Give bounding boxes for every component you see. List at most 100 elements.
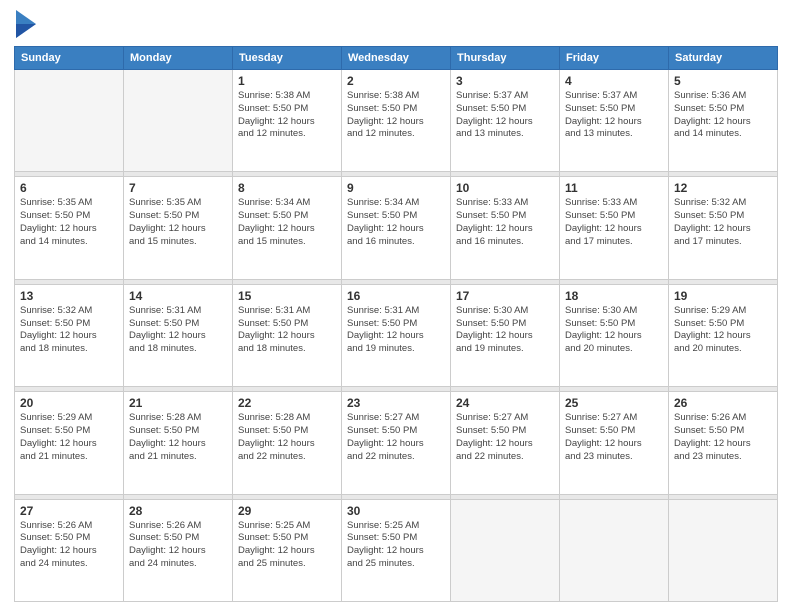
day-info: Sunrise: 5:26 AM Sunset: 5:50 PM Dayligh… xyxy=(20,520,118,571)
calendar-cell: 14 Sunrise: 5:31 AM Sunset: 5:50 PM Dayli… xyxy=(124,284,233,386)
weekday-header: Saturday xyxy=(669,47,778,70)
day-number: 28 xyxy=(129,504,227,518)
calendar-cell: 18 Sunrise: 5:30 AM Sunset: 5:50 PM Dayli… xyxy=(560,284,669,386)
day-number: 18 xyxy=(565,289,663,303)
day-number: 3 xyxy=(456,74,554,88)
day-number: 10 xyxy=(456,181,554,195)
calendar-cell xyxy=(15,70,124,172)
day-number: 7 xyxy=(129,181,227,195)
calendar-cell: 28 Sunrise: 5:26 AM Sunset: 5:50 PM Dayli… xyxy=(124,499,233,601)
day-info: Sunrise: 5:27 AM Sunset: 5:50 PM Dayligh… xyxy=(565,412,663,463)
calendar-week-row: 1 Sunrise: 5:38 AM Sunset: 5:50 PM Daylig… xyxy=(15,70,778,172)
calendar-cell: 17 Sunrise: 5:30 AM Sunset: 5:50 PM Dayli… xyxy=(451,284,560,386)
day-info: Sunrise: 5:37 AM Sunset: 5:50 PM Dayligh… xyxy=(456,90,554,141)
day-info: Sunrise: 5:36 AM Sunset: 5:50 PM Dayligh… xyxy=(674,90,772,141)
day-info: Sunrise: 5:35 AM Sunset: 5:50 PM Dayligh… xyxy=(20,197,118,248)
day-info: Sunrise: 5:29 AM Sunset: 5:50 PM Dayligh… xyxy=(674,305,772,356)
calendar-week-row: 6 Sunrise: 5:35 AM Sunset: 5:50 PM Daylig… xyxy=(15,177,778,279)
calendar-cell: 3 Sunrise: 5:37 AM Sunset: 5:50 PM Daylig… xyxy=(451,70,560,172)
calendar-cell: 8 Sunrise: 5:34 AM Sunset: 5:50 PM Daylig… xyxy=(233,177,342,279)
calendar-week-row: 13 Sunrise: 5:32 AM Sunset: 5:50 PM Dayli… xyxy=(15,284,778,386)
calendar-cell: 1 Sunrise: 5:38 AM Sunset: 5:50 PM Daylig… xyxy=(233,70,342,172)
day-number: 21 xyxy=(129,396,227,410)
day-info: Sunrise: 5:33 AM Sunset: 5:50 PM Dayligh… xyxy=(565,197,663,248)
day-number: 8 xyxy=(238,181,336,195)
day-info: Sunrise: 5:33 AM Sunset: 5:50 PM Dayligh… xyxy=(456,197,554,248)
day-info: Sunrise: 5:38 AM Sunset: 5:50 PM Dayligh… xyxy=(347,90,445,141)
calendar-cell: 11 Sunrise: 5:33 AM Sunset: 5:50 PM Dayli… xyxy=(560,177,669,279)
day-info: Sunrise: 5:31 AM Sunset: 5:50 PM Dayligh… xyxy=(129,305,227,356)
day-info: Sunrise: 5:34 AM Sunset: 5:50 PM Dayligh… xyxy=(238,197,336,248)
day-info: Sunrise: 5:26 AM Sunset: 5:50 PM Dayligh… xyxy=(674,412,772,463)
day-info: Sunrise: 5:27 AM Sunset: 5:50 PM Dayligh… xyxy=(456,412,554,463)
calendar-cell: 24 Sunrise: 5:27 AM Sunset: 5:50 PM Dayli… xyxy=(451,392,560,494)
day-number: 29 xyxy=(238,504,336,518)
day-info: Sunrise: 5:31 AM Sunset: 5:50 PM Dayligh… xyxy=(347,305,445,356)
weekday-header: Friday xyxy=(560,47,669,70)
calendar-cell: 7 Sunrise: 5:35 AM Sunset: 5:50 PM Daylig… xyxy=(124,177,233,279)
day-info: Sunrise: 5:31 AM Sunset: 5:50 PM Dayligh… xyxy=(238,305,336,356)
day-number: 16 xyxy=(347,289,445,303)
day-info: Sunrise: 5:34 AM Sunset: 5:50 PM Dayligh… xyxy=(347,197,445,248)
day-number: 5 xyxy=(674,74,772,88)
day-info: Sunrise: 5:30 AM Sunset: 5:50 PM Dayligh… xyxy=(456,305,554,356)
day-number: 25 xyxy=(565,396,663,410)
calendar-cell: 13 Sunrise: 5:32 AM Sunset: 5:50 PM Dayli… xyxy=(15,284,124,386)
day-info: Sunrise: 5:26 AM Sunset: 5:50 PM Dayligh… xyxy=(129,520,227,571)
day-number: 11 xyxy=(565,181,663,195)
calendar-cell: 5 Sunrise: 5:36 AM Sunset: 5:50 PM Daylig… xyxy=(669,70,778,172)
calendar-cell: 22Sunrise: 5:28 AM Sunset: 5:50 PM Dayli… xyxy=(233,392,342,494)
day-number: 24 xyxy=(456,396,554,410)
calendar-cell: 25 Sunrise: 5:27 AM Sunset: 5:50 PM Dayli… xyxy=(560,392,669,494)
calendar-cell xyxy=(560,499,669,601)
weekday-header: Wednesday xyxy=(342,47,451,70)
calendar-cell: 29 Sunrise: 5:25 AM Sunset: 5:50 PM Dayli… xyxy=(233,499,342,601)
day-number: 4 xyxy=(565,74,663,88)
calendar-cell: 15 Sunrise: 5:31 AM Sunset: 5:50 PM Dayli… xyxy=(233,284,342,386)
day-info: Sunrise: 5:38 AM Sunset: 5:50 PM Dayligh… xyxy=(238,90,336,141)
weekday-header: Monday xyxy=(124,47,233,70)
day-number: 1 xyxy=(238,74,336,88)
day-info: Sunrise: 5:32 AM Sunset: 5:50 PM Dayligh… xyxy=(674,197,772,248)
day-number: 30 xyxy=(347,504,445,518)
page: SundayMondayTuesdayWednesdayThursdayFrid… xyxy=(0,0,792,612)
calendar-cell: 30 Sunrise: 5:25 AM Sunset: 5:50 PM Dayli… xyxy=(342,499,451,601)
day-info: Sunrise: 5:28 AM Sunset: 5:50 PM Dayligh… xyxy=(238,412,336,463)
weekday-header: Sunday xyxy=(15,47,124,70)
calendar-cell: 26 Sunrise: 5:26 AM Sunset: 5:50 PM Dayli… xyxy=(669,392,778,494)
day-info: Sunrise: 5:30 AM Sunset: 5:50 PM Dayligh… xyxy=(565,305,663,356)
weekday-header: Tuesday xyxy=(233,47,342,70)
day-number: 14 xyxy=(129,289,227,303)
calendar-week-row: 27 Sunrise: 5:26 AM Sunset: 5:50 PM Dayli… xyxy=(15,499,778,601)
day-number: 15 xyxy=(238,289,336,303)
day-info: Sunrise: 5:28 AM Sunset: 5:50 PM Dayligh… xyxy=(129,412,227,463)
calendar-cell: 16 Sunrise: 5:31 AM Sunset: 5:50 PM Dayli… xyxy=(342,284,451,386)
logo xyxy=(14,14,36,38)
day-info: Sunrise: 5:25 AM Sunset: 5:50 PM Dayligh… xyxy=(347,520,445,571)
day-number: 27 xyxy=(20,504,118,518)
calendar-cell: 6 Sunrise: 5:35 AM Sunset: 5:50 PM Daylig… xyxy=(15,177,124,279)
calendar-cell: 4Sunrise: 5:37 AM Sunset: 5:50 PM Daylig… xyxy=(560,70,669,172)
calendar-week-row: 20 Sunrise: 5:29 AM Sunset: 5:50 PM Dayli… xyxy=(15,392,778,494)
calendar-cell: 23Sunrise: 5:27 AM Sunset: 5:50 PM Dayli… xyxy=(342,392,451,494)
header xyxy=(14,10,778,38)
day-number: 17 xyxy=(456,289,554,303)
day-info: Sunrise: 5:35 AM Sunset: 5:50 PM Dayligh… xyxy=(129,197,227,248)
day-number: 19 xyxy=(674,289,772,303)
day-number: 26 xyxy=(674,396,772,410)
day-info: Sunrise: 5:25 AM Sunset: 5:50 PM Dayligh… xyxy=(238,520,336,571)
calendar-cell: 10 Sunrise: 5:33 AM Sunset: 5:50 PM Dayli… xyxy=(451,177,560,279)
day-number: 6 xyxy=(20,181,118,195)
day-info: Sunrise: 5:32 AM Sunset: 5:50 PM Dayligh… xyxy=(20,305,118,356)
day-info: Sunrise: 5:29 AM Sunset: 5:50 PM Dayligh… xyxy=(20,412,118,463)
day-number: 9 xyxy=(347,181,445,195)
calendar-cell: 19 Sunrise: 5:29 AM Sunset: 5:50 PM Dayli… xyxy=(669,284,778,386)
day-number: 23 xyxy=(347,396,445,410)
day-number: 13 xyxy=(20,289,118,303)
day-number: 2 xyxy=(347,74,445,88)
calendar-cell: 21 Sunrise: 5:28 AM Sunset: 5:50 PM Dayli… xyxy=(124,392,233,494)
calendar-cell xyxy=(451,499,560,601)
calendar-table: SundayMondayTuesdayWednesdayThursdayFrid… xyxy=(14,46,778,602)
calendar-cell: 27 Sunrise: 5:26 AM Sunset: 5:50 PM Dayli… xyxy=(15,499,124,601)
day-number: 20 xyxy=(20,396,118,410)
